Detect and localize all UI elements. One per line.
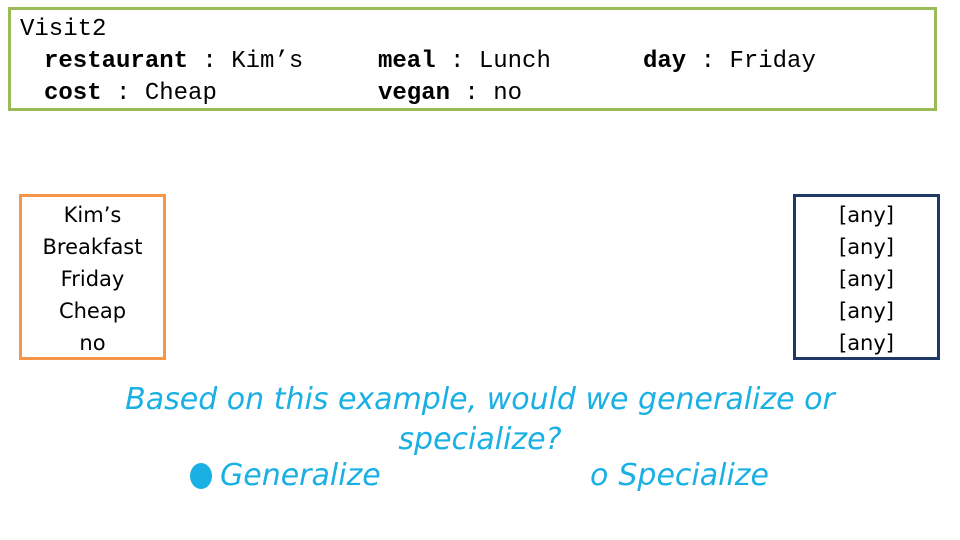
radio-selected-icon — [190, 463, 212, 489]
generalize-option[interactable]: Generalize — [190, 456, 381, 496]
general-hypothesis-box: [any] [any] [any] [any] [any] — [793, 194, 940, 360]
specific-hypothesis-box: Kim’s Breakfast Friday Cheap no — [19, 194, 166, 360]
attr-separator: : — [101, 80, 145, 107]
attr-meal-key: meal — [378, 48, 436, 75]
attr-meal-value: Lunch — [478, 48, 551, 75]
attr-restaurant-key: restaurant — [44, 48, 189, 75]
radio-unselected-icon: o — [590, 458, 609, 493]
general-hypothesis-restaurant: [any] — [839, 203, 894, 227]
attr-restaurant-value: Kim’s — [231, 48, 304, 75]
attr-cost-value: Cheap — [144, 80, 217, 107]
general-hypothesis-day: [any] — [839, 267, 894, 291]
specific-hypothesis-cost: Cheap — [58, 299, 127, 323]
attr-day-value: Friday — [729, 48, 816, 75]
specific-hypothesis-vegan: no — [79, 331, 106, 355]
specialize-label: Specialize — [618, 458, 769, 493]
visit-title: Visit2 — [20, 16, 107, 43]
general-hypothesis-cost: [any] — [839, 299, 894, 323]
attr-vegan-value: no — [493, 80, 523, 107]
visit-card: Visit2 restaurant : Kim’s meal : Lunch d… — [8, 7, 937, 111]
attr-vegan: vegan : no — [378, 78, 522, 110]
attr-separator: : — [450, 80, 494, 107]
general-hypothesis-vegan: [any] — [839, 331, 894, 355]
attr-cost-key: cost — [44, 80, 102, 107]
attr-day-key: day — [643, 48, 687, 75]
attr-separator: : — [435, 48, 479, 75]
generalize-label: Generalize — [220, 458, 381, 493]
attr-vegan-key: vegan — [378, 80, 451, 107]
attr-meal: meal : Lunch — [378, 46, 551, 78]
attr-day: day : Friday — [643, 46, 816, 78]
attr-restaurant: restaurant : Kim’s — [44, 46, 303, 78]
question-line-1: Based on this example, would we generali… — [125, 382, 835, 417]
general-hypothesis-meal: [any] — [839, 235, 894, 259]
attr-separator: : — [188, 48, 232, 75]
question-text: Based on this example, would we generali… — [0, 380, 960, 460]
specialize-option[interactable]: o Specialize — [590, 456, 769, 496]
attr-separator: : — [686, 48, 730, 75]
specific-hypothesis-restaurant: Kim’s — [63, 203, 122, 227]
specific-hypothesis-day: Friday — [60, 267, 125, 291]
specific-hypothesis-meal: Breakfast — [42, 235, 143, 259]
question-line-2: specialize? — [398, 422, 562, 457]
attr-cost: cost : Cheap — [44, 78, 217, 110]
